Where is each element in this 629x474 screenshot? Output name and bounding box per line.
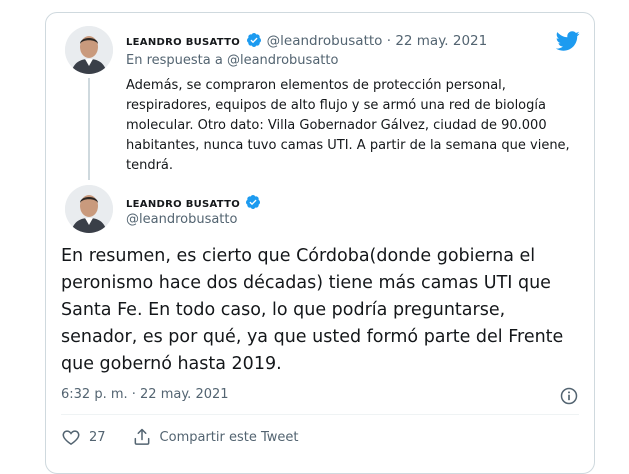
quoted-tweet-header: LEANDRO BUSATTO @leandrobusatto · 22 may… xyxy=(126,32,487,49)
avatar-image xyxy=(65,26,113,74)
main-tweet-text: En resumen, es cierto que Córdoba(donde … xyxy=(61,246,564,374)
avatar[interactable] xyxy=(65,185,113,233)
share-icon xyxy=(134,428,149,445)
twitter-bird-icon[interactable] xyxy=(556,29,580,53)
tweet-timestamp[interactable]: 6:32 p. m. · 22 may. 2021 xyxy=(61,387,229,402)
tweet-actions: 27 Compartir este Tweet xyxy=(61,426,299,448)
author-handle[interactable]: @leandrobusatto xyxy=(126,212,237,227)
share-button[interactable]: Compartir este Tweet xyxy=(132,427,299,447)
verified-badge-icon xyxy=(247,33,262,47)
tweet-date[interactable]: 22 may. 2021 xyxy=(395,33,487,49)
tweet-card: LEANDRO BUSATTO @leandrobusatto · 22 may… xyxy=(45,12,595,474)
avatar[interactable] xyxy=(65,26,113,74)
info-icon[interactable] xyxy=(559,386,579,406)
separator-dot: · xyxy=(386,33,392,49)
author-name[interactable]: LEANDRO BUSATTO xyxy=(126,37,240,48)
quoted-tweet-text: Además, se compraron elementos de protec… xyxy=(126,78,570,173)
author-name[interactable]: LEANDRO BUSATTO xyxy=(126,199,240,210)
share-label: Compartir este Tweet xyxy=(159,429,299,445)
heart-icon xyxy=(62,430,80,445)
main-author-header: LEANDRO BUSATTO xyxy=(126,192,261,211)
thread-line xyxy=(88,78,90,180)
divider xyxy=(61,414,579,415)
like-count: 27 xyxy=(89,429,106,445)
author-handle[interactable]: @leandrobusatto xyxy=(267,33,383,49)
like-button[interactable]: 27 xyxy=(61,427,106,447)
avatar-image xyxy=(65,185,113,233)
verified-badge-icon xyxy=(246,195,261,209)
reply-to-label[interactable]: En respuesta a @leandrobusatto xyxy=(126,53,338,68)
